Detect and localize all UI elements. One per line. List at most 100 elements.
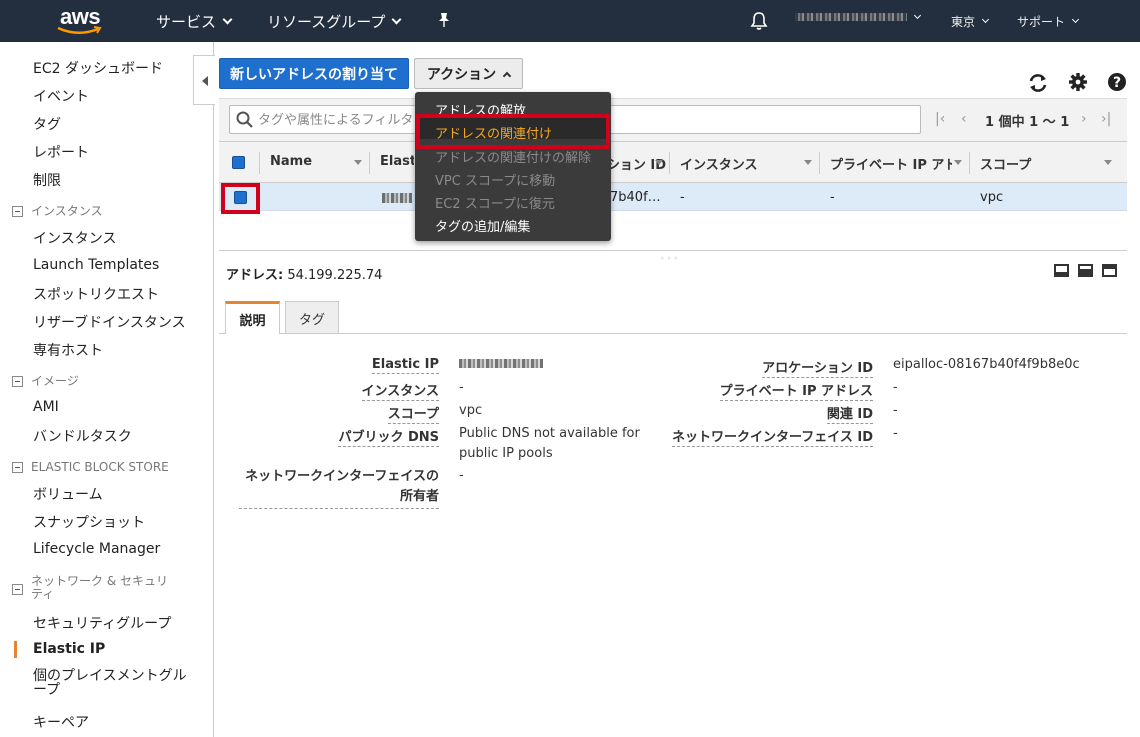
elastic-ip-cell-redacted bbox=[382, 192, 412, 207]
detail-label-association-id: 関連 ID bbox=[826, 403, 873, 424]
table-header: Name Elastic IP アロケーション ID インスタンス プライベート… bbox=[219, 141, 1127, 183]
actions-button[interactable]: アクション bbox=[414, 58, 523, 89]
detail-label-elastic-ip: Elastic IP bbox=[371, 357, 439, 374]
sort-icon[interactable] bbox=[354, 160, 362, 165]
private-ip-cell: - bbox=[830, 190, 835, 205]
sidebar-section-ebs[interactable]: ELASTIC BLOCK STORE bbox=[12, 461, 202, 474]
bell-icon[interactable] bbox=[750, 11, 768, 31]
menu-item-add-edit-tags[interactable]: タグの追加/編集 bbox=[435, 216, 530, 235]
allocate-new-address-button[interactable]: 新しいアドレスの割り当て bbox=[219, 58, 409, 89]
address-value: 54.199.225.74 bbox=[287, 268, 383, 283]
detail-label-instance: インスタンス bbox=[361, 380, 439, 401]
detail-label-public-dns: パブリック DNS bbox=[338, 426, 439, 447]
pin-icon[interactable] bbox=[437, 12, 451, 28]
sidebar-item-lifecycle-manager[interactable]: Lifecycle Manager bbox=[33, 541, 160, 557]
sidebar-item-limits[interactable]: 制限 bbox=[33, 170, 61, 190]
pane-bottom-view-icon[interactable] bbox=[1054, 264, 1069, 277]
table-row[interactable]: 7b40f… - - vpc bbox=[219, 183, 1127, 211]
services-menu[interactable]: サービス bbox=[156, 11, 233, 32]
address-label: アドレス: bbox=[226, 268, 284, 283]
sidebar-section-images[interactable]: イメージ bbox=[12, 375, 202, 388]
detail-value-network-interface-id: - bbox=[893, 426, 898, 441]
scope-cell: vpc bbox=[980, 190, 1004, 205]
gear-icon[interactable] bbox=[1068, 72, 1090, 94]
column-divider bbox=[969, 152, 970, 174]
sidebar-item-key-pairs[interactable]: キーペア bbox=[33, 712, 89, 732]
menu-item-move-to-vpc: VPC スコープに移動 bbox=[435, 174, 556, 189]
sidebar-item-tags[interactable]: タグ bbox=[33, 114, 61, 134]
column-divider bbox=[369, 152, 370, 174]
sidebar-item-events[interactable]: イベント bbox=[33, 86, 89, 106]
sidebar-item-placement-groups[interactable]: 個のプレイスメントグループ bbox=[33, 669, 193, 697]
tab-tags[interactable]: タグ bbox=[285, 301, 339, 334]
help-icon[interactable]: ? bbox=[1107, 72, 1129, 94]
first-page-icon[interactable]: |‹ bbox=[935, 111, 945, 127]
instance-cell: - bbox=[680, 190, 685, 205]
sidebar-collapse-button[interactable] bbox=[193, 55, 215, 105]
column-header-instance[interactable]: インスタンス bbox=[680, 154, 757, 173]
sidebar-item-instances[interactable]: インスタンス bbox=[33, 228, 116, 248]
support-label: サポート bbox=[1017, 15, 1066, 29]
pane-top-view-icon[interactable] bbox=[1102, 264, 1117, 277]
filter-bar: |‹ ‹ 1 個中 1 〜 1 › ›| bbox=[219, 98, 1127, 141]
support-menu[interactable]: サポート bbox=[1017, 13, 1080, 30]
previous-page-icon[interactable]: ‹ bbox=[961, 111, 967, 127]
sidebar-item-spot-requests[interactable]: スポットリクエスト bbox=[33, 284, 159, 304]
column-header-private-ip[interactable]: プライベート IP アドレス bbox=[830, 154, 952, 173]
resource-groups-menu[interactable]: リソースグループ bbox=[267, 11, 402, 32]
sidebar: EC2 ダッシュボード イベント タグ レポート 制限 インスタンス インスタン… bbox=[0, 42, 214, 737]
collapse-icon bbox=[12, 462, 23, 473]
region-menu[interactable]: 東京 bbox=[951, 13, 990, 30]
collapse-icon bbox=[12, 376, 23, 387]
sidebar-item-elastic-ip[interactable]: Elastic IP bbox=[33, 641, 105, 657]
pane-splitter[interactable] bbox=[219, 250, 1127, 251]
select-all-checkbox[interactable] bbox=[232, 156, 245, 169]
selected-address-line: アドレス: 54.199.225.74 bbox=[226, 264, 382, 283]
tab-description[interactable]: 説明 bbox=[225, 301, 280, 334]
detail-value-network-interface-owner: - bbox=[459, 468, 464, 483]
services-label: サービス bbox=[156, 13, 217, 31]
refresh-icon[interactable] bbox=[1027, 72, 1049, 94]
actions-label: アクション bbox=[426, 66, 497, 83]
sidebar-item-snapshots[interactable]: スナップショット bbox=[33, 512, 145, 532]
sidebar-item-ec2-dashboard[interactable]: EC2 ダッシュボード bbox=[33, 58, 163, 78]
sidebar-section-network-security[interactable]: ネットワーク & セキュリティ bbox=[12, 575, 202, 601]
aws-logo[interactable]: aws bbox=[56, 4, 110, 38]
sort-icon[interactable] bbox=[1104, 160, 1112, 165]
column-header-name[interactable]: Name bbox=[270, 154, 312, 169]
svg-text:?: ? bbox=[1113, 75, 1121, 91]
sidebar-item-dedicated-hosts[interactable]: 専有ホスト bbox=[33, 340, 103, 360]
next-page-icon[interactable]: › bbox=[1081, 111, 1087, 127]
sidebar-item-reports[interactable]: レポート bbox=[33, 142, 89, 162]
pane-split-view-icon[interactable] bbox=[1078, 264, 1093, 277]
last-page-icon[interactable]: ›| bbox=[1101, 111, 1111, 127]
sort-icon[interactable] bbox=[804, 160, 812, 165]
section-title: インスタンス bbox=[31, 204, 103, 218]
sidebar-item-bundle-tasks[interactable]: バンドルタスク bbox=[33, 426, 132, 446]
chevron-down-icon bbox=[1071, 15, 1080, 24]
column-header-scope[interactable]: スコープ bbox=[980, 154, 1031, 173]
chevron-down-icon bbox=[913, 11, 922, 19]
sort-icon[interactable] bbox=[655, 160, 663, 165]
detail-value-scope: vpc bbox=[459, 403, 483, 418]
active-indicator bbox=[14, 641, 17, 658]
sidebar-item-volumes[interactable]: ボリューム bbox=[33, 484, 103, 504]
pagination-text: 1 個中 1 〜 1 bbox=[985, 115, 1070, 130]
chevron-down-icon bbox=[222, 14, 233, 25]
section-title: ELASTIC BLOCK STORE bbox=[31, 460, 169, 474]
menu-item-disassociate-address: アドレスの関連付けの解除 bbox=[435, 151, 592, 166]
sort-icon[interactable] bbox=[954, 160, 962, 165]
column-divider bbox=[819, 152, 820, 174]
sidebar-item-reserved-instances[interactable]: リザーブドインスタンス bbox=[33, 312, 186, 332]
sidebar-item-security-groups[interactable]: セキュリティグループ bbox=[33, 613, 171, 633]
collapse-icon bbox=[12, 206, 23, 217]
menu-item-restore-to-ec2: EC2 スコープに復元 bbox=[435, 197, 555, 212]
sidebar-item-launch-templates[interactable]: Launch Templates bbox=[33, 257, 159, 273]
sidebar-item-ami[interactable]: AMI bbox=[33, 399, 59, 415]
sidebar-section-instances[interactable]: インスタンス bbox=[12, 205, 202, 218]
column-header-elastic-ip[interactable]: Elastic IP bbox=[380, 154, 414, 169]
detail-value-elastic-ip-redacted bbox=[459, 355, 543, 375]
account-menu[interactable] bbox=[795, 11, 922, 21]
drag-handle-icon[interactable]: ◦◦◦ bbox=[660, 254, 680, 263]
allocation-id-cell: 7b40f… bbox=[610, 190, 661, 205]
